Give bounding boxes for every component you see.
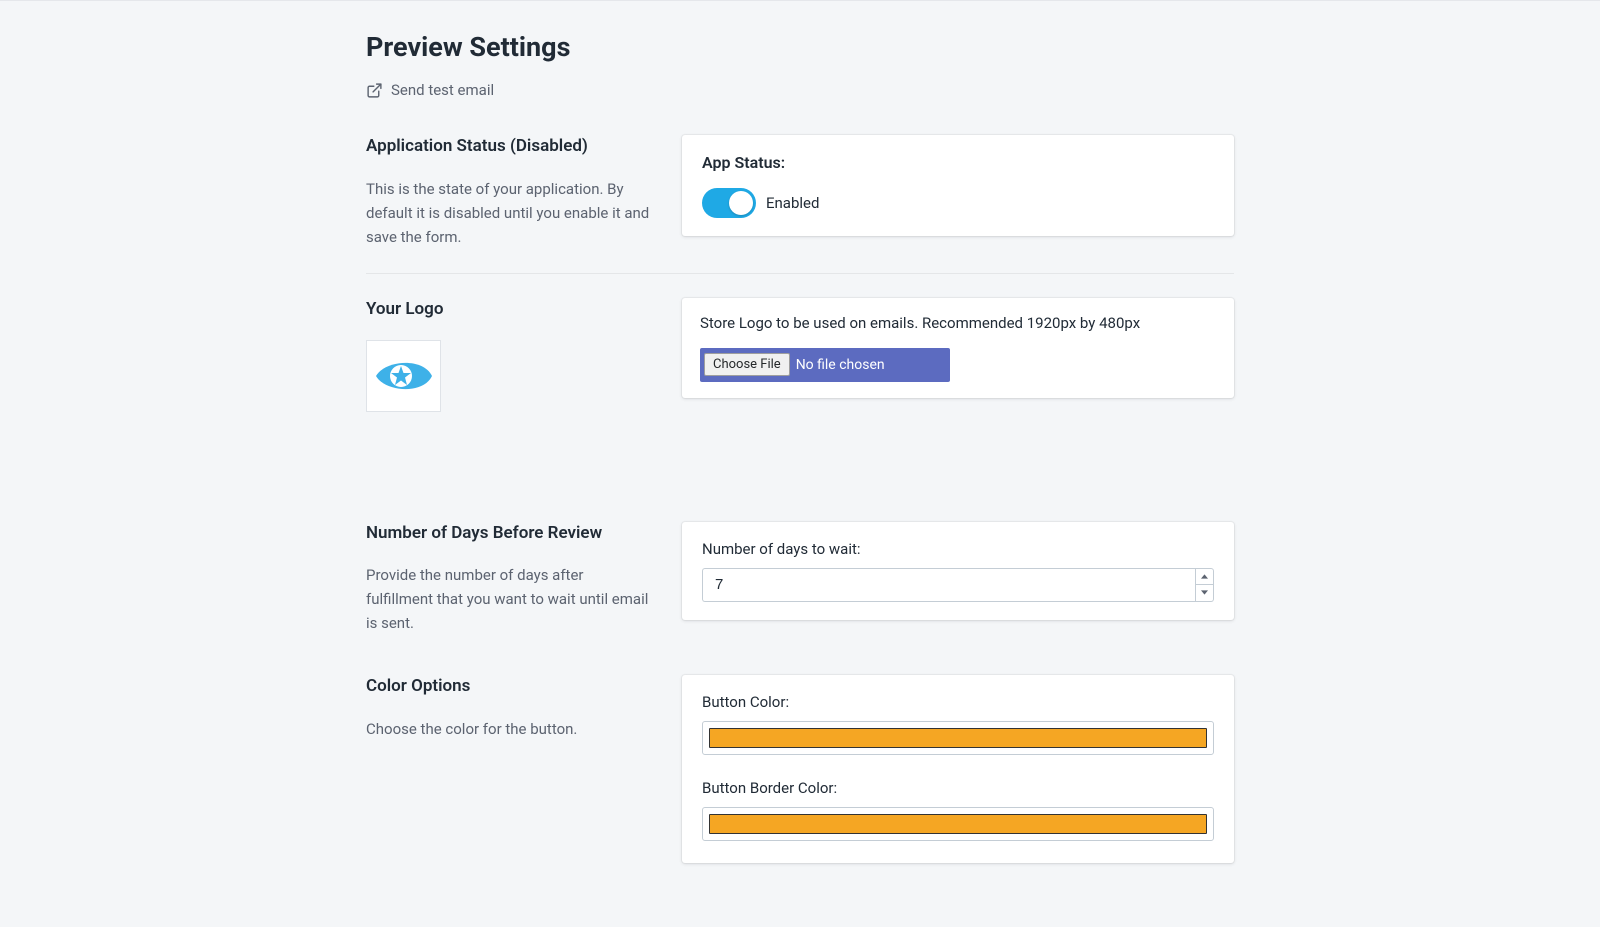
- app-status-toggle[interactable]: [702, 188, 756, 218]
- send-test-label: Send test email: [391, 81, 494, 99]
- days-input[interactable]: [702, 568, 1195, 602]
- logo-preview: [366, 340, 441, 412]
- chevron-up-icon: [1201, 574, 1208, 579]
- send-test-email-link[interactable]: Send test email: [366, 81, 1234, 99]
- section-app-status: Application Status (Disabled) This is th…: [366, 135, 1234, 249]
- choose-file-button: Choose File: [704, 353, 790, 376]
- color-card: Button Color: Button Border Color:: [682, 675, 1234, 863]
- no-file-label: No file chosen: [796, 357, 885, 373]
- section-divider: [366, 273, 1234, 274]
- eye-star-logo-icon: [373, 356, 435, 396]
- button-border-color-swatch: [709, 814, 1207, 834]
- color-heading: Color Options: [366, 675, 652, 699]
- days-heading: Number of Days Before Review: [366, 522, 652, 546]
- app-status-card-label: App Status:: [702, 153, 1214, 172]
- days-card: Number of days to wait:: [682, 522, 1234, 620]
- button-color-swatch: [709, 728, 1207, 748]
- logo-upload-card: Store Logo to be used on emails. Recomme…: [682, 298, 1234, 398]
- app-status-card: App Status: Enabled: [682, 135, 1234, 236]
- section-days: Number of Days Before Review Provide the…: [366, 522, 1234, 636]
- page-title: Preview Settings: [366, 31, 1234, 63]
- section-app-status-info: Application Status (Disabled) This is th…: [366, 135, 662, 249]
- section-logo: Your Logo Store Logo to be used on email…: [366, 298, 1234, 412]
- button-border-color-input[interactable]: [702, 807, 1214, 841]
- logo-help-text: Store Logo to be used on emails. Recomme…: [700, 314, 1216, 332]
- logo-heading: Your Logo: [366, 298, 652, 322]
- toggle-label: Enabled: [766, 194, 819, 212]
- button-border-color-label: Button Border Color:: [702, 779, 1214, 797]
- app-status-heading: Application Status (Disabled): [366, 135, 652, 159]
- button-color-label: Button Color:: [702, 693, 1214, 711]
- app-status-desc: This is the state of your application. B…: [366, 177, 652, 249]
- logo-file-input[interactable]: Choose File No file chosen: [700, 348, 950, 382]
- color-desc: Choose the color for the button.: [366, 717, 652, 741]
- days-decrement-button[interactable]: [1195, 585, 1214, 602]
- button-color-input[interactable]: [702, 721, 1214, 755]
- chevron-down-icon: [1201, 590, 1208, 595]
- days-spinner: [1195, 568, 1214, 602]
- days-card-label: Number of days to wait:: [702, 540, 1214, 558]
- days-desc: Provide the number of days after fulfill…: [366, 563, 652, 635]
- section-color-info: Color Options Choose the color for the b…: [366, 675, 662, 863]
- section-logo-info: Your Logo: [366, 298, 662, 412]
- section-days-info: Number of Days Before Review Provide the…: [366, 522, 662, 636]
- section-color: Color Options Choose the color for the b…: [366, 675, 1234, 863]
- page-container: Preview Settings Send test email Applica…: [366, 1, 1234, 927]
- toggle-knob: [729, 191, 753, 215]
- external-link-icon: [366, 82, 383, 99]
- days-increment-button[interactable]: [1195, 568, 1214, 586]
